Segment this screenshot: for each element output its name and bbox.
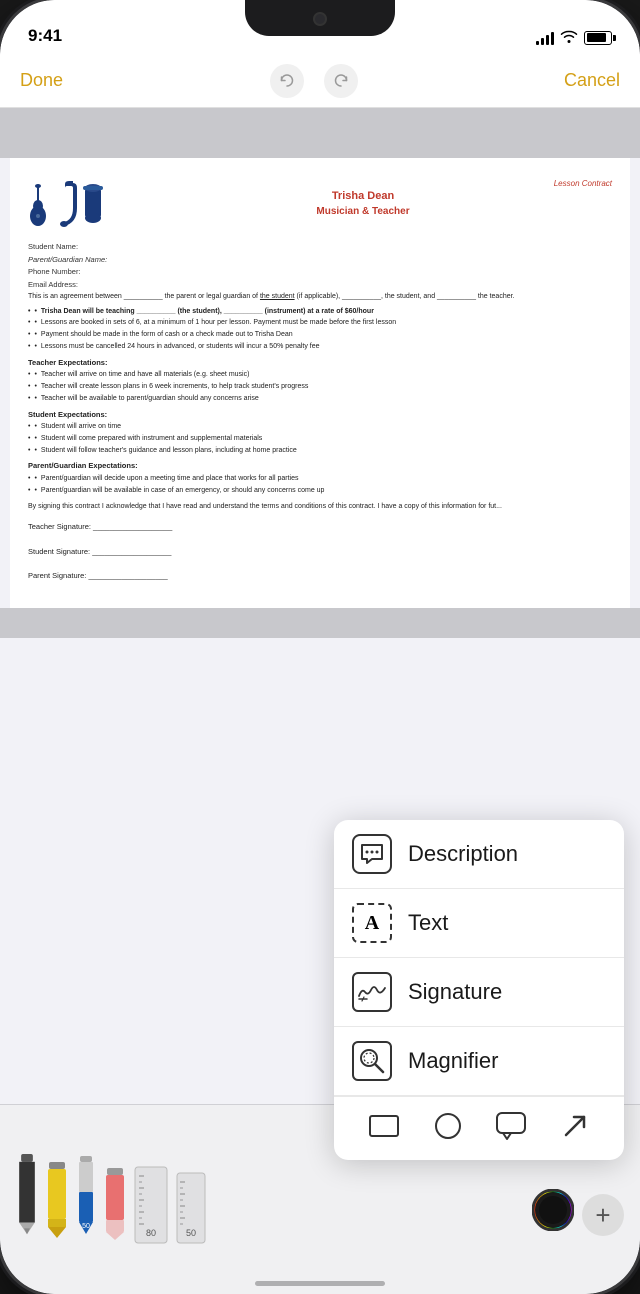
undo-button[interactable]	[270, 64, 304, 98]
status-icons	[536, 29, 612, 46]
teacher-title: Musician & Teacher	[114, 205, 612, 219]
bullet-4: •Lessons must be cancelled 24 hours in a…	[28, 342, 612, 352]
phone-field: Phone Number:	[28, 267, 612, 278]
notch	[245, 0, 395, 36]
teacher-bullet-3: •Teacher will be available to parent/gua…	[28, 394, 612, 404]
parent-name-field: Parent/Guardian Name:	[28, 255, 612, 266]
signature-label: Signature	[408, 979, 502, 1005]
circle-shape[interactable]	[433, 1111, 463, 1146]
description-label: Description	[408, 841, 518, 867]
speech-shape[interactable]	[495, 1111, 527, 1146]
popup-signature-item[interactable]: Signature	[334, 958, 624, 1027]
navigation-bar: Done Cancel	[0, 54, 640, 108]
parent-expectations-title: Parent/Guardian Expectations:	[28, 461, 612, 472]
cancel-button[interactable]: Cancel	[564, 70, 620, 91]
status-time: 9:41	[28, 26, 62, 46]
svg-text:50: 50	[186, 1228, 196, 1238]
popup-text-item[interactable]: A Text	[334, 889, 624, 958]
student-bullet-3: •Student will follow teacher's guidance …	[28, 446, 612, 456]
document-page: Trisha Dean Musician & Teacher Lesson Co…	[10, 158, 630, 608]
highlighter-yellow-tool[interactable]	[46, 1154, 68, 1244]
signal-icon	[536, 31, 554, 45]
color-picker[interactable]	[532, 1189, 574, 1236]
bullet-1: •Trisha Dean will be teaching __________…	[28, 307, 612, 317]
teacher-bullet-1: •Teacher will arrive on time and have al…	[28, 370, 612, 380]
arrow-shape[interactable]	[560, 1111, 590, 1146]
magnifier-icon	[352, 1041, 392, 1081]
student-bullet-2: •Student will come prepared with instrum…	[28, 434, 612, 444]
phone-screen: 9:41	[0, 0, 640, 1294]
svg-text:50: 50	[82, 1223, 90, 1230]
teacher-signature: Teacher Signature: ___________________	[28, 522, 612, 533]
doc-header: Trisha Dean Musician & Teacher Lesson Co…	[28, 178, 612, 230]
student-bullet-1: •Student will arrive on time	[28, 422, 612, 432]
rectangle-shape[interactable]	[368, 1112, 400, 1145]
teacher-expectations-title: Teacher Expectations:	[28, 358, 612, 369]
shapes-row	[334, 1096, 624, 1160]
pen-blue-tool[interactable]: 50	[76, 1154, 96, 1244]
battery-icon	[584, 31, 612, 45]
gray-bottom-area	[0, 608, 640, 638]
phone-frame: 9:41	[0, 0, 640, 1294]
wifi-icon	[560, 29, 578, 46]
text-icon: A	[352, 903, 392, 943]
eraser-tool[interactable]	[104, 1154, 126, 1244]
magnifier-label: Magnifier	[408, 1048, 498, 1074]
email-field: Email Address:	[28, 280, 612, 291]
teacher-bullet-2: •Teacher will create lesson plans in 6 w…	[28, 382, 612, 392]
popup-menu: Description A Text Signature	[334, 820, 624, 1160]
agreement-text: This is an agreement between __________ …	[28, 292, 612, 303]
student-name-field: Student Name:	[28, 242, 612, 253]
home-indicator	[255, 1281, 385, 1286]
add-tool-button[interactable]: +	[582, 1194, 624, 1236]
ruler-tool-1[interactable]: 80	[134, 1154, 168, 1244]
bullet-3: •Payment should be made in the form of c…	[28, 330, 612, 340]
text-label: Text	[408, 910, 448, 936]
pencil-tool[interactable]	[16, 1154, 38, 1244]
signatures-section: Teacher Signature: ___________________ S…	[28, 522, 612, 582]
student-signature: Student Signature: ___________________	[28, 547, 612, 558]
parent-signature: Parent Signature: ___________________	[28, 571, 612, 582]
ruler-tool-2[interactable]: 50	[176, 1154, 206, 1244]
gray-top-area	[0, 108, 640, 158]
teacher-name: Trisha Dean	[114, 189, 612, 204]
done-button[interactable]: Done	[20, 70, 63, 91]
student-expectations-title: Student Expectations:	[28, 410, 612, 421]
popup-magnifier-item[interactable]: Magnifier	[334, 1027, 624, 1096]
doc-title: Trisha Dean Musician & Teacher	[114, 189, 612, 218]
bullet-2: •Lessons are booked in sets of 6, at a m…	[28, 318, 612, 328]
closing-text: By signing this contract I acknowledge t…	[28, 502, 612, 513]
redo-button[interactable]	[324, 64, 358, 98]
svg-text:80: 80	[146, 1228, 156, 1238]
parent-bullet-2: •Parent/guardian will be available in ca…	[28, 486, 612, 496]
contract-label: Lesson Contract	[554, 178, 612, 189]
camera	[313, 12, 327, 26]
signature-icon	[352, 972, 392, 1012]
instrument-icons	[28, 178, 104, 230]
popup-description-item[interactable]: Description	[334, 820, 624, 889]
parent-bullet-1: •Parent/guardian will decide upon a meet…	[28, 474, 612, 484]
description-icon	[352, 834, 392, 874]
nav-center	[270, 64, 358, 98]
